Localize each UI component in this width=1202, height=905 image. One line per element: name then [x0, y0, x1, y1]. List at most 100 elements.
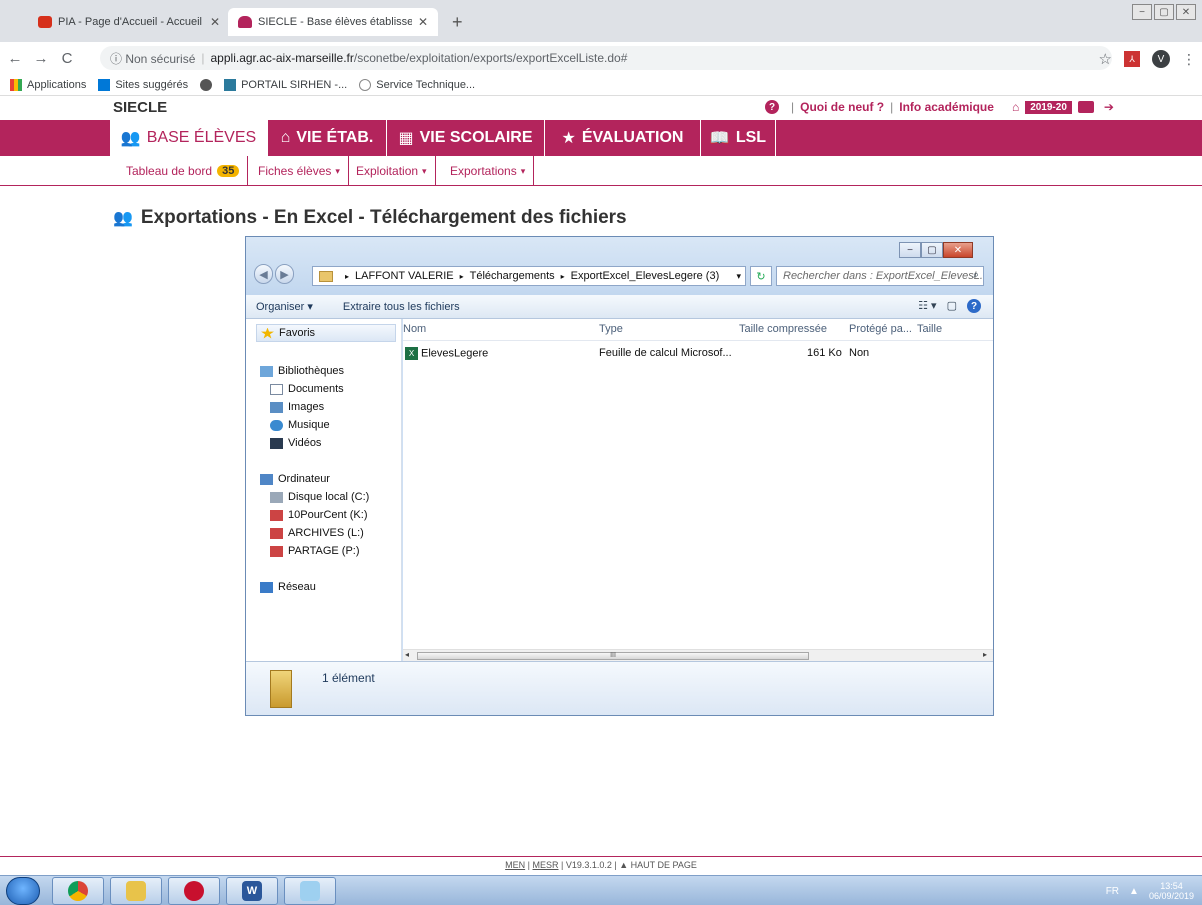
bookmark-sites-suggeres[interactable]: Sites suggérés	[98, 78, 188, 91]
tree-drive-p[interactable]: PARTAGE (P:)	[270, 545, 360, 557]
subnav-tableau-de-bord[interactable]: Tableau de bord 35	[118, 156, 249, 186]
institution-icon: ⌂	[280, 129, 291, 146]
taskbar-app-c[interactable]	[168, 877, 220, 905]
tree-musique[interactable]: Musique	[270, 419, 330, 431]
back-to-top-link[interactable]: ▲ HAUT DE PAGE	[619, 860, 697, 870]
column-header-protege[interactable]: Protégé pa...	[849, 323, 912, 335]
view-mode-icon[interactable]: ☷ ▾	[918, 299, 936, 313]
menu-dots-icon[interactable]: ⋮	[1182, 51, 1196, 68]
new-tab-button[interactable]: +	[452, 12, 463, 33]
taskbar-chrome[interactable]	[52, 877, 104, 905]
scroll-left-icon[interactable]: ◂	[405, 650, 409, 659]
subnav-fiches-eleves[interactable]: Fiches élèves ▾	[250, 156, 349, 186]
mesr-link[interactable]: MESR	[533, 860, 559, 870]
help-icon[interactable]: ?	[765, 100, 779, 114]
language-indicator[interactable]: FR	[1106, 886, 1119, 897]
maximize-button[interactable]: ▢	[1154, 4, 1174, 20]
bookmark-service-technique[interactable]: Service Technique...	[359, 78, 475, 91]
tab-title: PIA - Page d'Accueil - Accueil Epl	[58, 16, 204, 28]
bookmark-applications[interactable]: Applications	[10, 78, 86, 91]
explorer-maximize-button[interactable]: ▢	[921, 242, 943, 258]
header-links: ? | Quoi de neuf ? | Info académique ⌂ 2…	[765, 100, 1114, 114]
tree-drive-l[interactable]: ARCHIVES (L:)	[270, 527, 364, 539]
back-button[interactable]: ←	[4, 50, 26, 67]
subnav-exploitation[interactable]: Exploitation ▾	[348, 156, 436, 186]
quoi-de-neuf-link[interactable]: Quoi de neuf ?	[800, 100, 884, 114]
men-link[interactable]: MEN	[505, 860, 525, 870]
taskbar-notepad[interactable]	[284, 877, 336, 905]
explorer-toolbar: Organiser ▾ Extraire tous les fichiers ☷…	[246, 295, 993, 319]
taskbar-word[interactable]: W	[226, 877, 278, 905]
refresh-button[interactable]: ↻	[750, 266, 772, 286]
star-icon	[261, 327, 274, 339]
bookmark-star-icon[interactable]: ☆	[1099, 50, 1112, 68]
nav-vie-scolaire[interactable]: ▦ VIE SCOLAIRE	[387, 120, 545, 156]
tree-drive-k[interactable]: 10PourCent (K:)	[270, 509, 367, 521]
tree-documents[interactable]: Documents	[270, 383, 344, 395]
tree-images[interactable]: Images	[270, 401, 324, 413]
column-header-nom[interactable]: Nom	[403, 323, 426, 335]
explorer-back-button[interactable]: ◀	[254, 264, 273, 284]
tab-pia[interactable]: PIA - Page d'Accueil - Accueil Epl ✕	[28, 8, 230, 36]
nav-label: LSL	[735, 129, 767, 146]
preview-pane-icon[interactable]: ▢	[947, 299, 957, 313]
column-header-type[interactable]: Type	[599, 323, 623, 335]
organize-button[interactable]: Organiser ▾	[256, 300, 313, 313]
tree-label: Bibliothèques	[278, 365, 345, 377]
nav-vie-etab[interactable]: ⌂ VIE ÉTAB.	[268, 120, 387, 156]
nav-base-eleves[interactable]: 👥 BASE ÉLÈVES	[110, 120, 268, 156]
breadcrumb-item[interactable]: LAFFONT VALERIE	[355, 270, 454, 282]
nav-evaluation[interactable]: ★ ÉVALUATION	[545, 120, 701, 156]
nav-label: BASE ÉLÈVES	[146, 129, 257, 146]
explorer-close-button[interactable]: ✕	[943, 242, 973, 258]
explorer-forward-button[interactable]: ▶	[275, 264, 294, 284]
tree-bibliotheques[interactable]: Bibliothèques	[260, 365, 344, 377]
scroll-thumb[interactable]: III	[417, 652, 809, 660]
logout-icon[interactable]: ➔	[1104, 100, 1114, 114]
switch-year-icon[interactable]	[1077, 101, 1094, 113]
tab-siecle[interactable]: SIECLE - Base élèves établisseme ✕	[228, 8, 438, 36]
forward-button[interactable]: →	[30, 50, 52, 67]
explorer-search-input[interactable]: Rechercher dans : ExportExcel_ElevesL...…	[776, 266, 984, 286]
explorer-breadcrumb[interactable]: ▸ LAFFONT VALERIE ▸ Téléchargements ▸ Ex…	[312, 266, 746, 286]
clock[interactable]: 13:54 06/09/2019	[1149, 881, 1194, 901]
search-icon[interactable]: ⌕	[973, 269, 979, 282]
tree-reseau[interactable]: Réseau	[260, 581, 316, 593]
scroll-right-icon[interactable]: ▸	[983, 650, 987, 659]
bookmark-portail-sirhen[interactable]: PORTAIL SIRHEN -...	[224, 78, 347, 91]
breadcrumb-item[interactable]: ExportExcel_ElevesLegere (3)	[571, 270, 720, 282]
pdf-extension-icon[interactable]: ⅄	[1124, 51, 1140, 67]
breadcrumb-item[interactable]: Téléchargements	[470, 270, 555, 282]
file-row[interactable]: X ElevesLegere Feuille de calcul Microsof…	[403, 345, 993, 363]
horizontal-scrollbar[interactable]: ◂ III ▸	[403, 649, 993, 661]
tree-disque-c[interactable]: Disque local (C:)	[270, 491, 369, 503]
security-indicator[interactable]: ⓘ Non sécurisé	[110, 50, 195, 67]
reload-button[interactable]: C	[56, 50, 78, 67]
tab-close-icon[interactable]: ✕	[418, 15, 428, 29]
tab-close-icon[interactable]: ✕	[210, 15, 220, 29]
explorer-minimize-button[interactable]: −	[899, 242, 921, 258]
nav-lsl[interactable]: 📖 LSL	[701, 120, 776, 156]
start-button[interactable]	[6, 877, 40, 905]
view-controls: ☷ ▾ ▢ ?	[918, 299, 981, 313]
help-icon[interactable]: ?	[967, 299, 981, 313]
profile-avatar[interactable]: V	[1152, 50, 1170, 68]
establishment-icon[interactable]: ⌂	[1012, 100, 1019, 114]
column-header-taille[interactable]: Taille	[917, 323, 942, 335]
address-bar[interactable]: ⓘ Non sécurisé | appli.agr.ac-aix-marsei…	[100, 46, 1112, 70]
info-academique-link[interactable]: Info académique	[899, 100, 994, 114]
tray-expand-icon[interactable]: ▲	[1129, 886, 1139, 897]
column-header-taille-compressee[interactable]: Taille compressée	[739, 323, 827, 335]
url-path: /sconetbe/exploitation/exports/exportExc…	[353, 51, 628, 65]
minimize-button[interactable]: −	[1132, 4, 1152, 20]
tree-videos[interactable]: Vidéos	[270, 437, 321, 449]
tree-ordinateur[interactable]: Ordinateur	[260, 473, 330, 485]
school-year-badge[interactable]: 2019-20	[1025, 100, 1072, 114]
taskbar-explorer[interactable]	[110, 877, 162, 905]
bookmark-globe[interactable]	[200, 78, 213, 91]
subnav-exportations[interactable]: Exportations ▾	[442, 156, 535, 186]
path-dropdown-icon[interactable]: ▾	[736, 271, 741, 282]
extract-all-button[interactable]: Extraire tous les fichiers	[343, 301, 460, 313]
close-button[interactable]: ✕	[1176, 4, 1196, 20]
tree-favoris[interactable]: Favoris	[256, 324, 396, 342]
